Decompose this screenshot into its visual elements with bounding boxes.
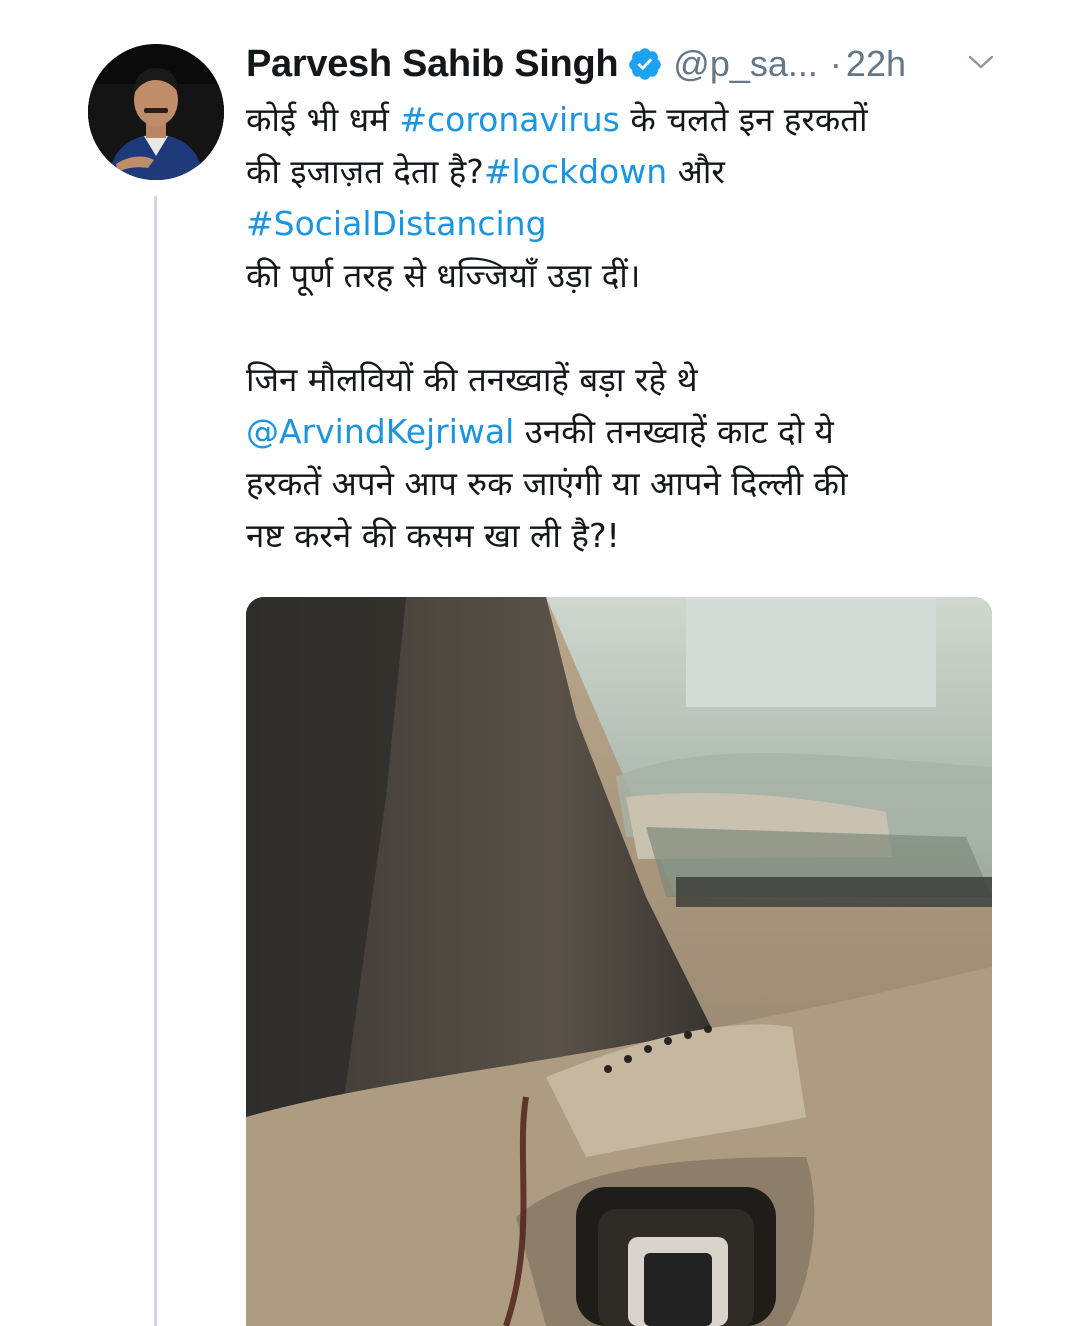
text-segment: की इजाज़त देता है? xyxy=(246,152,484,191)
text-segment: के चलते इन हरकतों xyxy=(619,100,868,139)
tweet-text-line: @ArvindKejriwal उनकी तनख्वाहें काट दो ये xyxy=(246,406,1006,458)
text-segment: और xyxy=(667,152,725,191)
profile-photo xyxy=(88,44,224,180)
hashtag-link[interactable]: #coronavirus xyxy=(399,100,620,139)
hashtag-link[interactable]: #lockdown xyxy=(484,152,667,191)
video-frame xyxy=(246,597,992,1326)
text-segment: कोई भी धर्म xyxy=(246,100,400,139)
author-name[interactable]: Parvesh Sahib Singh xyxy=(246,43,619,86)
tweet-text-line: नष्ट करने की कसम खा ली है?! xyxy=(246,516,620,555)
chevron-down-icon[interactable] xyxy=(966,50,996,74)
tweet-text-line: #SocialDistancing xyxy=(246,198,1006,250)
tweet-text-line: कोई भी धर्म #coronavirus के चलते इन हरकत… xyxy=(246,94,1006,146)
verified-badge-icon xyxy=(627,46,663,82)
hashtag-link[interactable]: #SocialDistancing xyxy=(246,204,547,243)
tweet-text-line: की पूर्ण तरह से धज्जियाँ उड़ा दीं। xyxy=(246,256,641,295)
tweet-video-media[interactable] xyxy=(246,597,992,1326)
thread-connector-line xyxy=(154,196,157,1326)
text-segment: उनकी तनख्वाहें काट दो ये xyxy=(514,412,834,451)
tweet-text-line: जिन मौलवियों की तनख्वाहें बड़ा रहे थे xyxy=(246,360,698,399)
tweet-text-line: की इजाज़त देता है?#lockdown और xyxy=(246,146,1006,198)
avatar[interactable] xyxy=(88,44,224,180)
tweet-header: Parvesh Sahib Singh @p_sa... · 22h xyxy=(246,38,906,90)
tweet[interactable]: Parvesh Sahib Singh @p_sa... · 22h कोई भ… xyxy=(0,0,1080,1326)
meta-separator: · xyxy=(829,43,842,84)
author-handle[interactable]: @p_sa... xyxy=(673,43,818,85)
tweet-text-line: हरकतें अपने आप रुक जाएंगी या आपने दिल्ली… xyxy=(246,464,848,503)
tweet-timestamp[interactable]: 22h xyxy=(846,43,906,85)
tweet-text: कोई भी धर्म #coronavirus के चलते इन हरकत… xyxy=(246,94,1006,562)
mention-link[interactable]: @ArvindKejriwal xyxy=(246,412,514,451)
